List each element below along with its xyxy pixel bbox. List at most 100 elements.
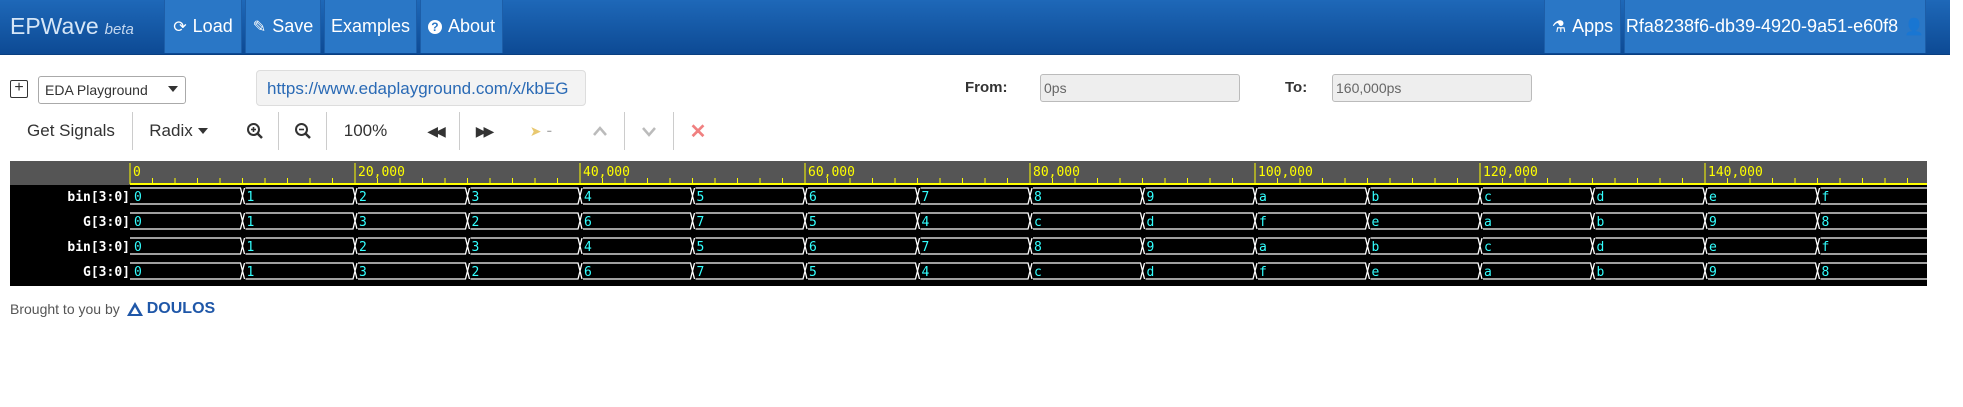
wave-value: d bbox=[1597, 240, 1605, 255]
wave-segment bbox=[1708, 187, 1821, 205]
wave-segment bbox=[1708, 237, 1821, 255]
apps-label: Apps bbox=[1572, 16, 1614, 36]
wave-value: b bbox=[1372, 240, 1380, 255]
wave-value: f bbox=[1259, 265, 1267, 280]
top-navbar: EPWave beta ⟳ Load ✎ Save Examples ? Abou… bbox=[0, 0, 1950, 55]
wave-value: 0 bbox=[134, 190, 142, 205]
wave-segment bbox=[470, 262, 583, 280]
chevron-up-icon bbox=[593, 126, 607, 136]
zoom-level-button[interactable]: 100% bbox=[326, 112, 404, 150]
ruler-label: 80,000 bbox=[1033, 165, 1080, 180]
examples-button[interactable]: Examples bbox=[324, 0, 417, 53]
wave-segment bbox=[1820, 212, 1927, 230]
time-ruler-ticks: 0 20,000 40,000 60,000 80,000 100,000 120,000 1… bbox=[129, 163, 1927, 185]
close-icon: ✕ bbox=[689, 120, 707, 143]
move-up-button[interactable] bbox=[576, 112, 624, 150]
save-button[interactable]: ✎ Save bbox=[245, 0, 321, 53]
to-input[interactable]: 160,000ps bbox=[1332, 74, 1532, 102]
wave-value: 5 bbox=[697, 240, 705, 255]
zoom-out-button[interactable] bbox=[278, 112, 326, 150]
step-back-button[interactable]: ◀◀ bbox=[411, 112, 459, 150]
wave-value: e bbox=[1709, 190, 1717, 205]
doulos-logo-text: DOULOS bbox=[146, 300, 216, 317]
wave-value: 3 bbox=[359, 265, 367, 280]
wave-segment bbox=[358, 212, 471, 230]
wave-value: 4 bbox=[584, 240, 592, 255]
wave-value: c bbox=[1034, 215, 1042, 230]
wave-value: 2 bbox=[472, 265, 480, 280]
wave-segment bbox=[1483, 187, 1596, 205]
marker-button[interactable]: ➤ - bbox=[513, 112, 569, 150]
wave-segment bbox=[470, 237, 583, 255]
wave-segment bbox=[1820, 262, 1927, 280]
radix-button[interactable]: Radix bbox=[132, 112, 224, 150]
from-label: From: bbox=[965, 79, 1008, 96]
pencil-icon: ✎ bbox=[252, 18, 267, 36]
wave-segment bbox=[1370, 262, 1483, 280]
wave-segment bbox=[695, 212, 808, 230]
wave-segment bbox=[470, 212, 583, 230]
wave-value: 2 bbox=[359, 190, 367, 205]
ruler-label: 140,000 bbox=[1708, 165, 1763, 180]
source-select[interactable]: EDA Playground bbox=[38, 76, 186, 104]
wave-segment bbox=[1483, 262, 1596, 280]
wave-segment bbox=[1145, 262, 1258, 280]
to-value: 160,000ps bbox=[1336, 80, 1402, 96]
from-input[interactable]: 0ps bbox=[1040, 74, 1240, 102]
doulos-logo[interactable]: DOULOS bbox=[126, 300, 215, 318]
wave-value: 7 bbox=[922, 190, 930, 205]
wave-segment bbox=[583, 187, 696, 205]
wave-segment bbox=[1258, 212, 1371, 230]
about-label: About bbox=[447, 16, 496, 36]
wave-value: f bbox=[1822, 240, 1830, 255]
about-button[interactable]: ? About bbox=[420, 0, 503, 53]
wave-value: 7 bbox=[922, 240, 930, 255]
wave-segment bbox=[358, 187, 471, 205]
wave-value: 6 bbox=[584, 215, 592, 230]
wave-segment bbox=[245, 187, 358, 205]
get-signals-button[interactable]: Get Signals bbox=[10, 112, 132, 150]
add-panel-button[interactable]: + bbox=[10, 80, 28, 98]
wave-value: 5 bbox=[809, 215, 817, 230]
wave-segment bbox=[470, 187, 583, 205]
apps-button[interactable]: ⚗ Apps bbox=[1544, 0, 1621, 53]
url-text: https://www.edaplayground.com/x/kbEG bbox=[267, 79, 569, 98]
user-icon: 👤 bbox=[1904, 18, 1925, 36]
wave-segment bbox=[1258, 187, 1371, 205]
wave-segment bbox=[920, 187, 1033, 205]
wave-segment bbox=[808, 212, 921, 230]
examples-label: Examples bbox=[330, 16, 411, 36]
wave-value: 7 bbox=[697, 265, 705, 280]
wave-segment bbox=[920, 212, 1033, 230]
waveform-panel[interactable]: 0 20,000 40,000 60,000 80,000 100,000 120,000 1… bbox=[10, 161, 1927, 286]
wave-segment bbox=[1820, 237, 1927, 255]
chevron-down-icon bbox=[642, 127, 656, 137]
wave-value: a bbox=[1259, 240, 1267, 255]
wave-value: 1 bbox=[247, 215, 255, 230]
wave-segment bbox=[358, 237, 471, 255]
wave-value: 4 bbox=[922, 215, 930, 230]
wave-value: 3 bbox=[472, 240, 480, 255]
app-brand[interactable]: EPWave beta bbox=[10, 13, 134, 40]
brand-name: EPWave bbox=[10, 13, 99, 39]
wave-segment bbox=[1145, 237, 1258, 255]
zoom-in-icon bbox=[247, 123, 263, 139]
wave-segment bbox=[245, 237, 358, 255]
wave-segment bbox=[1483, 237, 1596, 255]
user-menu-button[interactable]: Rfa8238f6-db39-4920-9a51-e60f8 👤 bbox=[1624, 0, 1926, 53]
move-down-button[interactable] bbox=[624, 112, 673, 150]
step-forward-button[interactable]: ▶▶ bbox=[459, 112, 507, 150]
radix-label: Radix bbox=[149, 121, 193, 140]
delete-signal-button[interactable]: ✕ bbox=[673, 112, 722, 150]
url-field[interactable]: https://www.edaplayground.com/x/kbEG bbox=[256, 70, 586, 106]
load-button[interactable]: ⟳ Load bbox=[164, 0, 242, 53]
wave-value: 3 bbox=[472, 190, 480, 205]
wave-value: 9 bbox=[1709, 265, 1717, 280]
zoom-in-button[interactable] bbox=[232, 112, 278, 150]
ruler-label: 60,000 bbox=[808, 165, 855, 180]
wave-segment bbox=[1483, 212, 1596, 230]
wave-value: b bbox=[1597, 265, 1605, 280]
fast-forward-icon: ▶▶ bbox=[475, 122, 494, 139]
wave-value: e bbox=[1709, 240, 1717, 255]
wave-value: 1 bbox=[247, 190, 255, 205]
